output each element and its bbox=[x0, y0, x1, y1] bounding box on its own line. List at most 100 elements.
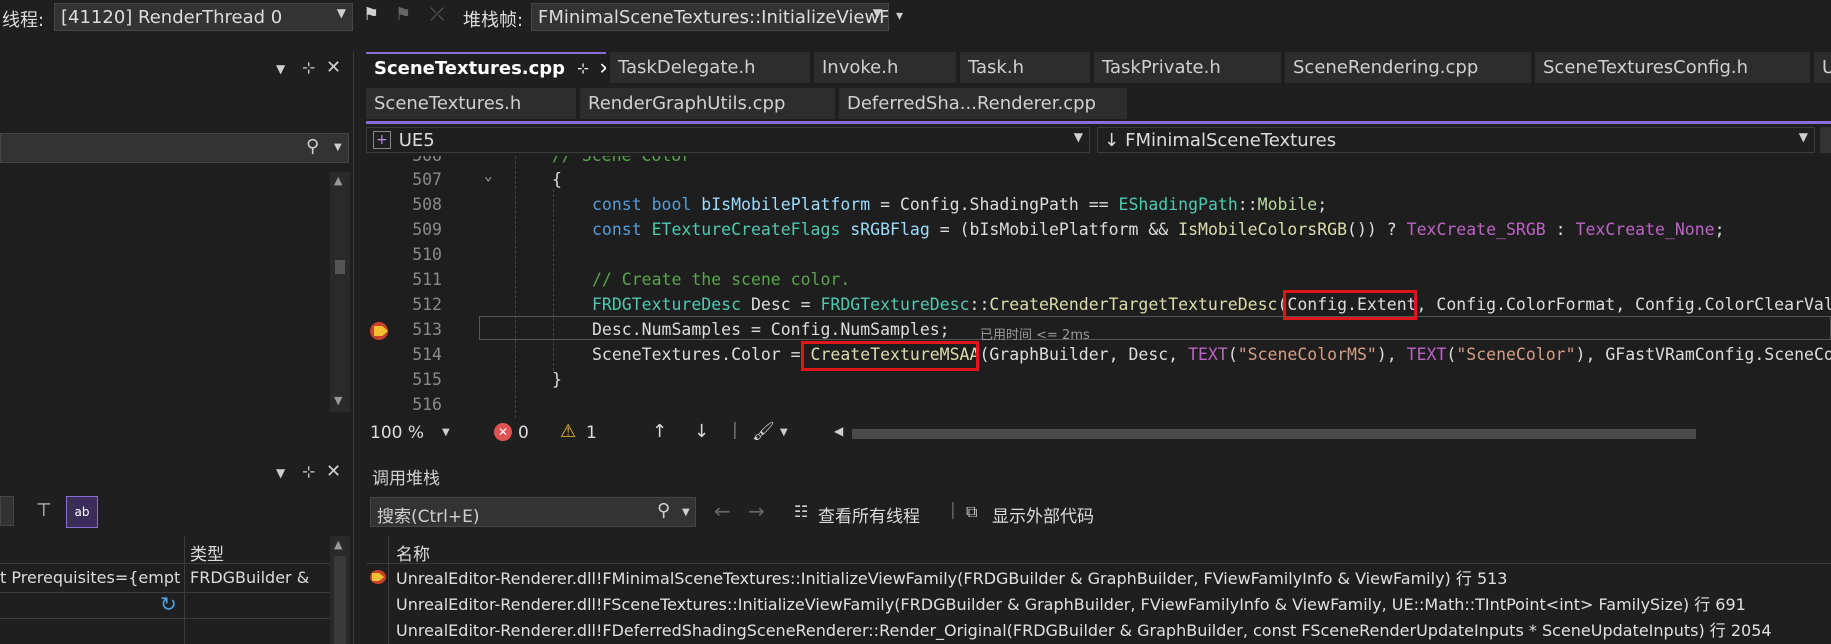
pin-icon[interactable]: ⊹ bbox=[577, 61, 589, 77]
stackframe-select[interactable]: FMinimalSceneTextures::InitializeViewF ▼ bbox=[531, 3, 889, 31]
toolbar-overflow-icon[interactable]: ▾ bbox=[896, 8, 903, 24]
close-icon[interactable]: ✕ bbox=[326, 461, 341, 482]
pin-icon[interactable]: ⊹ bbox=[302, 462, 315, 481]
tab-overflow[interactable]: U bbox=[1814, 52, 1831, 83]
forward-arrow-icon[interactable]: → bbox=[748, 499, 765, 523]
tab-label: Invoke.h bbox=[822, 57, 899, 78]
chevron-down-icon: ▼ bbox=[872, 6, 882, 20]
code-line: { bbox=[552, 170, 562, 189]
collapse-chevron-icon[interactable]: ⌄ bbox=[484, 168, 492, 184]
flag-threads-icon[interactable]: ⚑ bbox=[395, 4, 411, 25]
scroll-thumb[interactable] bbox=[335, 260, 345, 274]
hex-display-toggle[interactable]: ab bbox=[66, 496, 98, 528]
indent-guide bbox=[553, 189, 554, 371]
scroll-up-icon[interactable]: ▲ bbox=[334, 538, 342, 551]
code-line: // Create the scene color. bbox=[592, 270, 851, 289]
column-divider bbox=[184, 536, 185, 644]
call-stack-search-input[interactable]: 搜索(Ctrl+E) ⚲ ▼ bbox=[370, 497, 696, 527]
chevron-down-icon[interactable]: ▼ bbox=[780, 427, 788, 438]
tab-label: TaskPrivate.h bbox=[1102, 57, 1221, 78]
chevron-down-icon[interactable]: ▼ bbox=[442, 427, 450, 438]
line-number: 511 bbox=[412, 270, 442, 289]
search-icon[interactable]: ⚲ bbox=[306, 136, 319, 157]
show-external-code-button[interactable]: 显示外部代码 bbox=[992, 502, 1094, 527]
warning-icon[interactable]: ⚠ bbox=[560, 421, 576, 442]
chevron-down-icon: ▼ bbox=[336, 6, 346, 20]
tab-taskprivate-h[interactable]: TaskPrivate.h bbox=[1094, 52, 1281, 83]
thread-select-value: [41120] RenderThread 0 bbox=[61, 6, 283, 28]
line-number: 509 bbox=[412, 220, 442, 239]
tab-taskdelegate-h[interactable]: TaskDelegate.h bbox=[610, 52, 810, 83]
locals-scrollbar[interactable]: ▲ bbox=[330, 536, 350, 644]
scope-nav-select[interactable]: ↓ FMinimalSceneTextures ▼ bbox=[1097, 127, 1815, 153]
scroll-left-icon[interactable]: ◀ bbox=[834, 424, 843, 438]
zoom-level[interactable]: 100 % bbox=[370, 423, 424, 443]
row-divider bbox=[0, 618, 330, 619]
locals-window: ▼ ⊹ ✕ ⊤ ab 类型 t Prerequisites={empt FRDG… bbox=[0, 456, 354, 644]
line-number: 515 bbox=[412, 370, 442, 389]
left-search-input[interactable]: ⚲ ▼ bbox=[0, 133, 349, 163]
panel-menu-icon[interactable]: ▼ bbox=[276, 62, 285, 76]
flag-icon[interactable]: ⚑ bbox=[363, 4, 379, 25]
left-tool-window: ▼ ⊹ ✕ bbox=[0, 52, 354, 457]
close-icon[interactable]: ✕ bbox=[599, 59, 606, 78]
call-stack-header: 名称 bbox=[366, 536, 1831, 565]
code-line: SceneTextures.Color = CreateTextureMSAA(… bbox=[592, 345, 1831, 364]
line-number: 516 bbox=[412, 395, 442, 414]
stackframe-select-value: FMinimalSceneTextures::InitializeViewF bbox=[538, 6, 889, 28]
tab-label: SceneTextures.h bbox=[374, 93, 522, 114]
project-nav-select[interactable]: + UE5 ▼ bbox=[366, 127, 1090, 153]
search-icon[interactable]: ⚲ bbox=[657, 500, 670, 521]
indent-guide bbox=[515, 156, 516, 418]
scroll-up-icon[interactable]: ▲ bbox=[334, 174, 342, 187]
column-name[interactable]: 名称 bbox=[396, 540, 430, 565]
code-editor[interactable]: 506 // Scene Color 507 ⌄ { 508 const boo… bbox=[366, 156, 1831, 418]
locals-row-name[interactable]: t Prerequisites={empt bbox=[0, 568, 180, 587]
pin-column-icon[interactable]: ⊤ bbox=[36, 500, 52, 521]
arrow-down-icon[interactable]: ↓ bbox=[694, 421, 709, 442]
tab-label: TaskDelegate.h bbox=[618, 57, 756, 78]
close-icon[interactable]: ✕ bbox=[326, 57, 341, 78]
error-icon[interactable]: ✕ bbox=[494, 423, 512, 441]
view-all-threads-button[interactable]: 查看所有线程 bbox=[818, 502, 920, 527]
tab-deferredshadingrenderer-cpp[interactable]: DeferredSha...Renderer.cpp bbox=[839, 88, 1127, 119]
locals-header: 类型 bbox=[0, 536, 330, 565]
document-tabs-row2: SceneTextures.h RenderGraphUtils.cpp Def… bbox=[366, 88, 1831, 124]
call-stack-frame: UnrealEditor-Renderer.dll!FMinimalSceneT… bbox=[396, 569, 1508, 588]
pin-icon[interactable]: ⊹ bbox=[302, 58, 315, 77]
call-stack-row[interactable]: UnrealEditor-Renderer.dll!FDeferredShadi… bbox=[366, 616, 1831, 642]
cleanup-brush-icon[interactable]: 🖌 bbox=[752, 421, 775, 442]
back-arrow-icon[interactable]: ← bbox=[714, 499, 731, 523]
thread-select[interactable]: [41120] RenderThread 0 ▼ bbox=[54, 3, 353, 31]
arrow-up-icon[interactable]: ↑ bbox=[652, 421, 667, 442]
tab-invoke-h[interactable]: Invoke.h bbox=[814, 52, 956, 83]
call-stack-row[interactable]: UnrealEditor-Renderer.dll!FMinimalSceneT… bbox=[366, 564, 1831, 590]
code-line: } bbox=[552, 370, 562, 389]
scroll-down-icon[interactable]: ▼ bbox=[334, 394, 342, 407]
nav-overflow[interactable] bbox=[1820, 127, 1831, 153]
error-count: 0 bbox=[518, 423, 529, 443]
chevron-down-icon[interactable]: ▼ bbox=[682, 507, 690, 518]
project-name: UE5 bbox=[398, 129, 435, 151]
line-number: 508 bbox=[412, 195, 442, 214]
call-stack-row[interactable]: UnrealEditor-Renderer.dll!FSceneTextures… bbox=[366, 590, 1831, 616]
thread-filter-icon[interactable]: ⤫ bbox=[430, 4, 444, 25]
code-line: FRDGTextureDesc Desc = FRDGTextureDesc::… bbox=[592, 295, 1831, 314]
refresh-icon[interactable]: ↻ bbox=[160, 592, 177, 616]
scroll-thumb[interactable] bbox=[334, 556, 346, 644]
tab-scenetexturesconfig-h[interactable]: SceneTexturesConfig.h bbox=[1535, 52, 1810, 83]
tab-task-h[interactable]: Task.h bbox=[960, 52, 1090, 83]
tab-scenetextures-h[interactable]: SceneTextures.h bbox=[366, 88, 576, 119]
line-number: 506 bbox=[366, 156, 442, 165]
horizontal-scroll-thumb[interactable] bbox=[852, 429, 1696, 439]
tab-scenetextures-cpp[interactable]: SceneTextures.cpp ⊹ ✕ bbox=[366, 52, 606, 83]
tab-rendergraphutils-cpp[interactable]: RenderGraphUtils.cpp bbox=[580, 88, 835, 119]
call-stack-frame: UnrealEditor-Renderer.dll!FSceneTextures… bbox=[396, 595, 1746, 614]
left-scrollbar[interactable]: ▲ ▼ bbox=[330, 172, 350, 412]
tab-scenerendering-cpp[interactable]: SceneRendering.cpp bbox=[1285, 52, 1531, 83]
locals-search-dropdown[interactable] bbox=[0, 496, 14, 526]
panel-menu-icon[interactable]: ▼ bbox=[276, 466, 285, 480]
column-type[interactable]: 类型 bbox=[190, 540, 224, 565]
locals-row-type[interactable]: FRDGBuilder & bbox=[190, 568, 309, 587]
chevron-down-icon[interactable]: ▼ bbox=[334, 142, 342, 153]
